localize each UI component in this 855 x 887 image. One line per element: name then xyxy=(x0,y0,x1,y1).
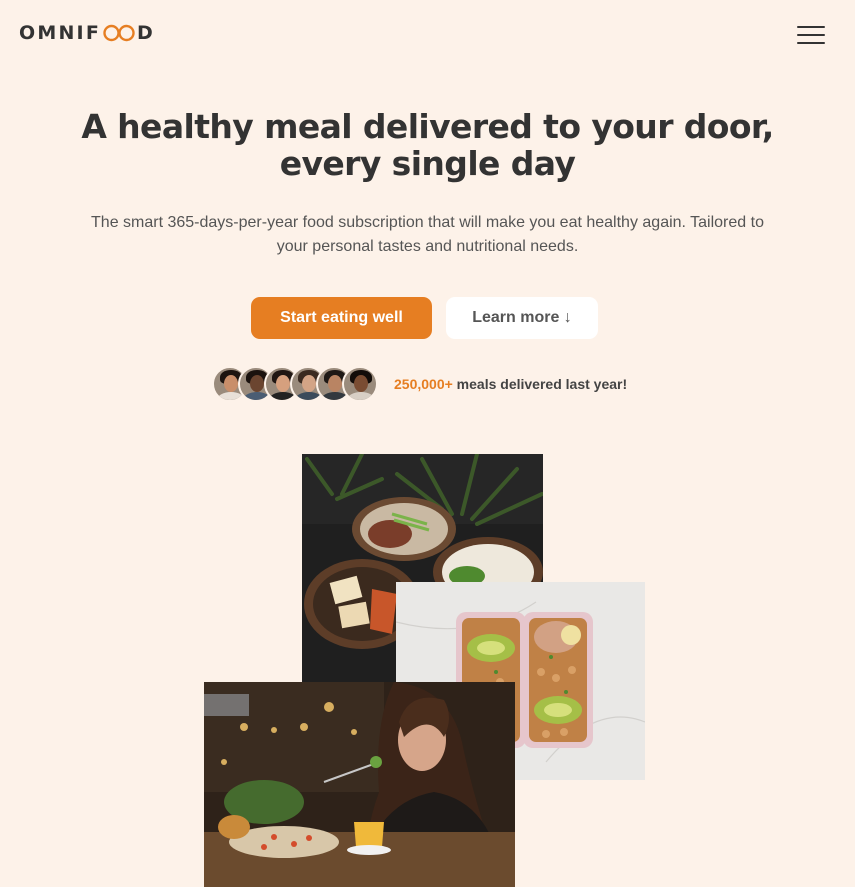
omnifood-logo[interactable]: OMNIF D xyxy=(19,22,155,44)
infinity-oo-icon xyxy=(102,24,136,42)
delivered-label: meals delivered last year! xyxy=(452,376,628,392)
hero-subtitle: The smart 365-days-per-year food subscri… xyxy=(60,211,795,259)
logo-text-end: D xyxy=(137,22,155,44)
hamburger-menu-icon[interactable] xyxy=(795,24,827,46)
delivered-count: 250,000+ xyxy=(394,376,453,392)
logo-text-start: OMNIF xyxy=(19,22,102,44)
customer-avatar xyxy=(342,366,378,402)
woman-eating-image xyxy=(204,682,515,887)
hero-title-line1: A healthy meal delivered to your door, xyxy=(81,107,774,146)
delivered-meals-text: 250,000+ meals delivered last year! xyxy=(394,376,627,392)
learn-more-button[interactable]: Learn more ↓ xyxy=(446,297,598,339)
hero-title: A healthy meal delivered to your door, e… xyxy=(0,108,855,182)
delivered-meals: 250,000+ meals delivered last year! xyxy=(212,366,627,402)
hero-subtitle-line2: your personal tastes and nutritional nee… xyxy=(276,238,579,255)
site-header: OMNIF D xyxy=(0,0,855,68)
customer-avatars xyxy=(212,366,378,402)
hero-title-line2: every single day xyxy=(279,144,576,183)
start-eating-well-button[interactable]: Start eating well xyxy=(251,297,432,339)
hero-subtitle-line1: The smart 365-days-per-year food subscri… xyxy=(91,214,764,231)
